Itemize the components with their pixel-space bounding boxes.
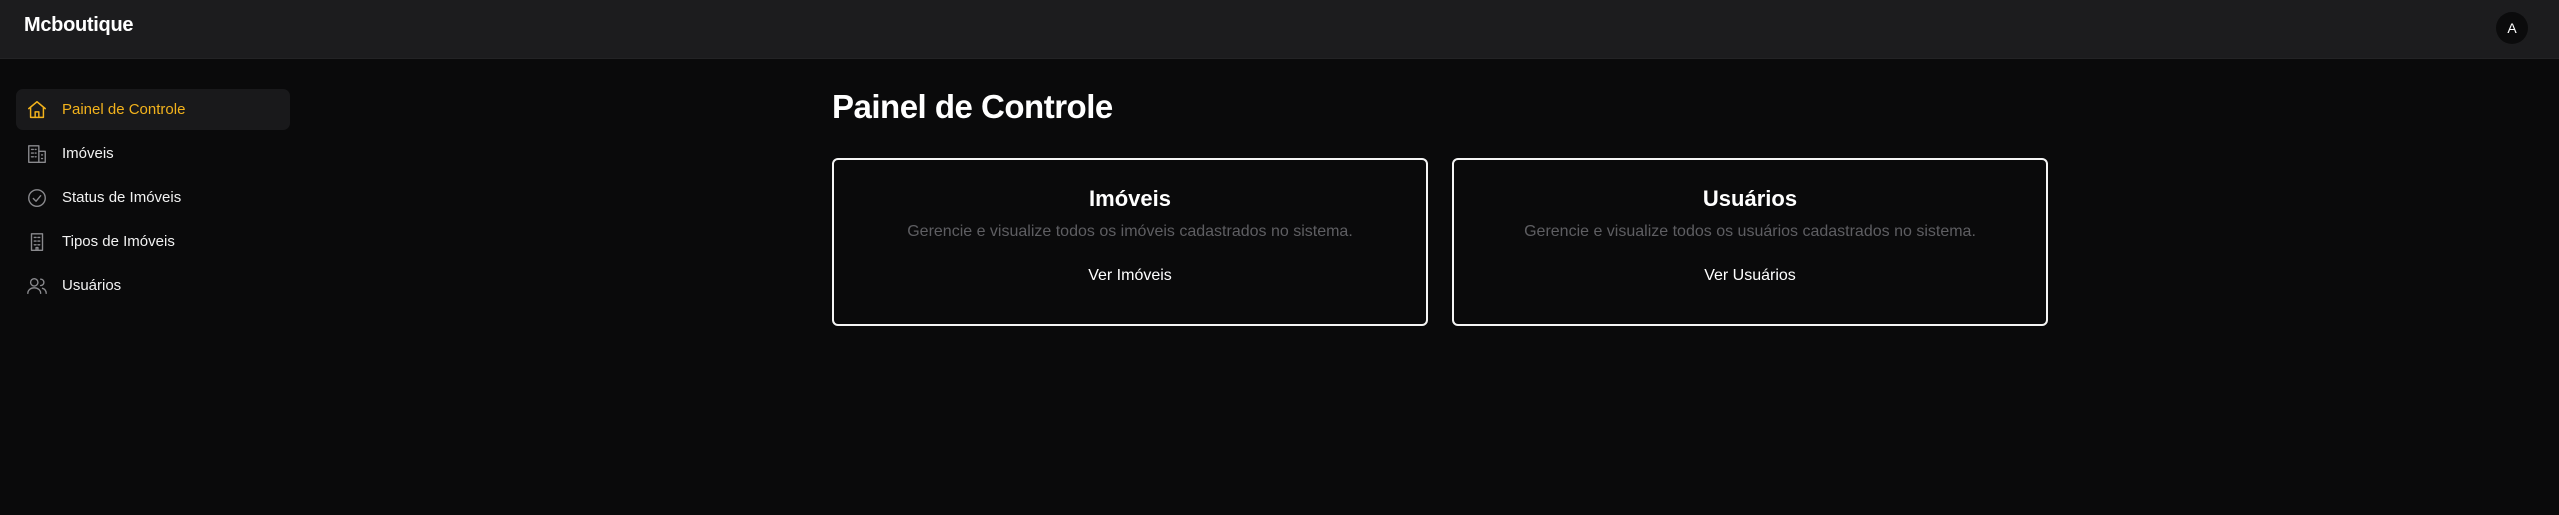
imoveis-card: Imóveis Gerencie e visualize todos os im…: [832, 158, 1428, 326]
ver-usuarios-link[interactable]: Ver Usuários: [1704, 267, 1796, 285]
sidebar-item-label: Tipos de Imóveis: [62, 233, 175, 250]
building-tall-icon: [26, 231, 48, 253]
page-title: Painel de Controle: [832, 88, 1113, 125]
sidebar-item-status-de-imoveis[interactable]: Status de Imóveis: [16, 177, 290, 218]
sidebar-item-painel-de-controle[interactable]: Painel de Controle: [16, 89, 290, 130]
sidebar-item-label: Imóveis: [62, 145, 114, 162]
sidebar: Painel de Controle Imóveis Status de Imó…: [16, 89, 290, 309]
sidebar-item-label: Painel de Controle: [62, 101, 186, 118]
card-description: Gerencie e visualize todos os imóveis ca…: [907, 223, 1353, 240]
card-title: Imóveis: [1089, 186, 1171, 211]
home-icon: [26, 99, 48, 121]
building-icon: [26, 143, 48, 165]
sidebar-item-tipos-de-imoveis[interactable]: Tipos de Imóveis: [16, 221, 290, 262]
sidebar-item-usuarios[interactable]: Usuários: [16, 265, 290, 306]
top-bar: Mcboutique A: [0, 0, 2559, 59]
user-avatar-button[interactable]: A: [2496, 12, 2528, 44]
users-icon: [26, 275, 48, 297]
usuarios-card: Usuários Gerencie e visualize todos os u…: [1452, 158, 2048, 326]
ver-imoveis-link[interactable]: Ver Imóveis: [1088, 267, 1172, 285]
sidebar-item-label: Usuários: [62, 277, 122, 294]
sidebar-item-label: Status de Imóveis: [62, 189, 182, 206]
card-description: Gerencie e visualize todos os usuários c…: [1524, 223, 1976, 240]
sidebar-item-imoveis[interactable]: Imóveis: [16, 133, 290, 174]
check-circle-icon: [26, 187, 48, 209]
card-title: Usuários: [1702, 186, 1798, 211]
brand-logo[interactable]: Mcboutique: [24, 14, 134, 37]
